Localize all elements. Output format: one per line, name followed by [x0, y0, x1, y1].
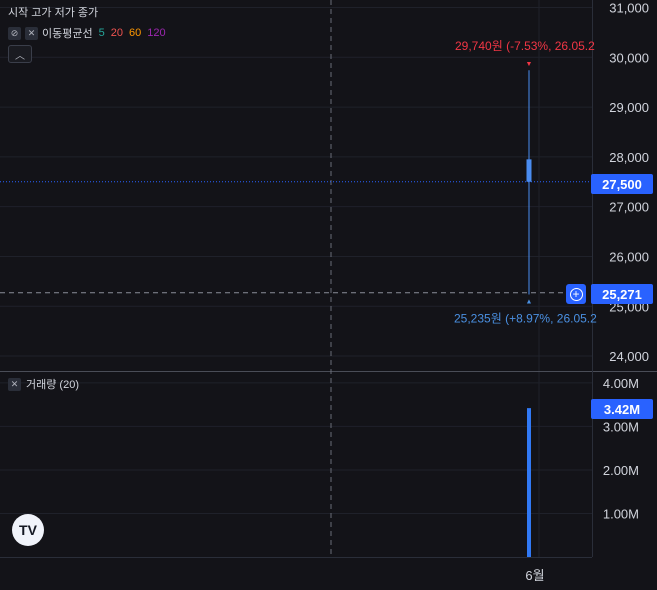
- volume-bar: [527, 408, 531, 557]
- volume-legend-label: 거래량 (20): [26, 379, 79, 391]
- price-tick-label: 26,000: [609, 249, 649, 264]
- volume-tick-label: 1.00M: [603, 506, 639, 521]
- chevron-up-icon[interactable]: ︿: [8, 45, 32, 63]
- price-tick-label: 28,000: [609, 150, 649, 165]
- price-tick-label: 29,000: [609, 100, 649, 115]
- volume-last-tag: 3.42M: [591, 399, 653, 419]
- time-tick-label: 6월: [525, 568, 544, 583]
- high-annotation-label: 29,740원 (-7.53%, 26.05.2: [455, 39, 595, 53]
- candle-body: [526, 159, 532, 182]
- volume-tick-label: 4.00M: [603, 376, 639, 391]
- plus-icon: +: [569, 287, 583, 301]
- chart-area[interactable]: 31,000 30,000 29,000 28,000 27,000 26,000 25,0…: [0, 0, 657, 590]
- close-icon[interactable]: ✕: [8, 377, 21, 391]
- close-icon[interactable]: ✕: [25, 26, 38, 40]
- price-tick-label: 24,000: [609, 349, 649, 364]
- ma-indicator-name: 이동평균선: [42, 28, 93, 40]
- tradingview-logo-icon[interactable]: TV: [12, 514, 44, 546]
- volume-tick-label: 2.00M: [603, 463, 639, 478]
- eye-off-icon[interactable]: ⊘: [8, 26, 21, 40]
- chart-canvas[interactable]: 31,00030,00029,00028,00027,00026,00025,0…: [0, 0, 657, 590]
- ohlc-legend: 시작 고가 저가 종가: [8, 7, 99, 19]
- add-alert-button[interactable]: +: [566, 284, 586, 304]
- low-annotation-label: 25,235원 (+8.97%, 26.05.2: [454, 312, 597, 326]
- ma-period-120: 120: [147, 27, 166, 39]
- low-marker-icon: ▲: [526, 299, 533, 306]
- price-tick-label: 31,000: [609, 0, 649, 15]
- ma-legend: ⊘ ✕ 이동평균선 5 20 60 120: [8, 25, 168, 41]
- ma-period-20: 20: [110, 27, 123, 39]
- last-price-tag: 27,500: [591, 174, 653, 194]
- high-marker-icon: ▼: [526, 61, 533, 68]
- ma-period-60: 60: [128, 27, 142, 39]
- volume-legend: ✕ 거래량 (20): [8, 376, 79, 392]
- price-tick-label: 30,000: [609, 50, 649, 65]
- crosshair-price-tag: 25,271: [591, 284, 653, 304]
- price-tick-label: 27,000: [609, 200, 649, 215]
- ma-period-5: 5: [98, 27, 105, 39]
- volume-tick-label: 3.00M: [603, 419, 639, 434]
